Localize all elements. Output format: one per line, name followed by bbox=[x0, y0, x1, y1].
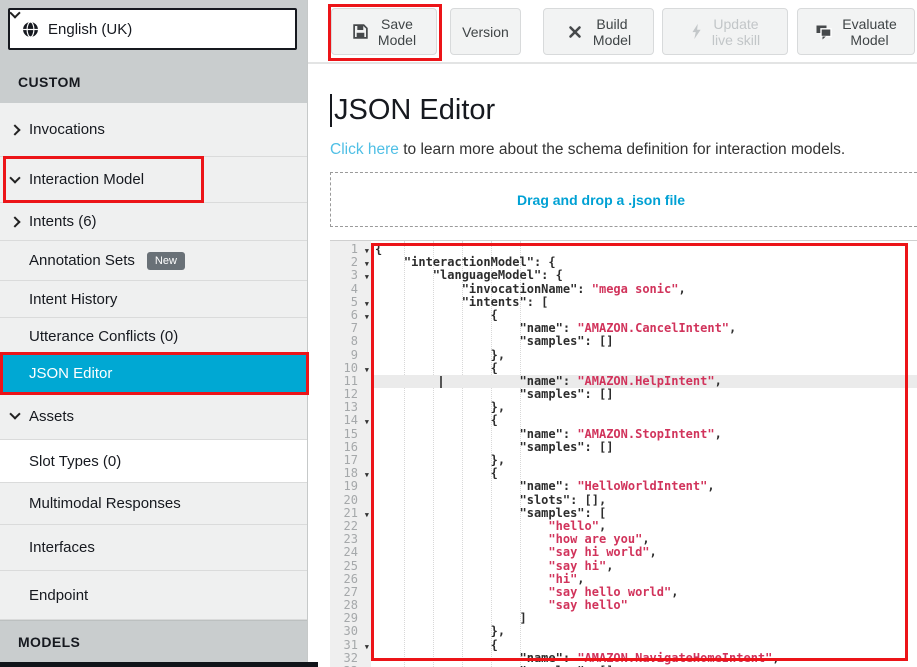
sidebar-item-label: Invocations bbox=[29, 121, 105, 138]
sidebar: English (UK) CUSTOM Invocations Interacti… bbox=[0, 0, 308, 667]
sidebar-item-label: Interaction Model bbox=[29, 171, 144, 188]
json-code-editor[interactable]: 1▼2▼3▼45▼6▼78910▼11121314▼15161718▼19202… bbox=[330, 240, 917, 667]
line-number: 15 bbox=[330, 428, 371, 441]
sidebar-item-label: JSON Editor bbox=[29, 365, 112, 382]
button-label: Evaluate Model bbox=[842, 16, 896, 48]
button-label: Build Model bbox=[593, 16, 631, 48]
chevron-down-icon bbox=[273, 24, 283, 34]
models-section-header: MODELS bbox=[0, 620, 307, 662]
sidebar-item-utterance-conflicts[interactable]: Utterance Conflicts (0) bbox=[0, 318, 307, 355]
line-number: 20 bbox=[330, 494, 371, 507]
sidebar-item-label: Utterance Conflicts (0) bbox=[29, 328, 178, 345]
build-model-button[interactable]: Build Model bbox=[543, 8, 654, 55]
code-line[interactable]: "intents": [ bbox=[371, 296, 917, 309]
sidebar-item-assets[interactable]: Assets bbox=[0, 393, 307, 440]
version-button[interactable]: Version bbox=[450, 8, 521, 55]
sidebar-item-json-editor[interactable]: JSON Editor bbox=[0, 355, 307, 393]
globe-icon bbox=[22, 21, 39, 38]
editor-text-cursor bbox=[440, 376, 442, 388]
bolt-icon bbox=[690, 23, 703, 40]
sidebar-item-label: Intents (6) bbox=[29, 213, 97, 230]
line-number: 9 bbox=[330, 349, 371, 362]
sidebar-header: English (UK) CUSTOM bbox=[0, 0, 307, 103]
sidebar-item-label: Endpoint bbox=[29, 587, 88, 604]
sidebar-item-interfaces[interactable]: Interfaces bbox=[0, 525, 307, 571]
toolbar-divider bbox=[308, 62, 917, 64]
dropzone-label: Drag and drop a .json file bbox=[517, 192, 685, 208]
sidebar-item-endpoint[interactable]: Endpoint bbox=[0, 571, 307, 620]
line-number: 8 bbox=[330, 335, 371, 348]
sidebar-nav: Invocations Interaction Model Intents (6) A… bbox=[0, 103, 307, 620]
sidebar-item-invocations[interactable]: Invocations bbox=[0, 103, 307, 157]
text-cursor bbox=[330, 94, 332, 127]
sidebar-item-label: Slot Types (0) bbox=[29, 453, 121, 470]
line-number: 10▼ bbox=[330, 362, 371, 375]
sidebar-item-slot-types[interactable]: Slot Types (0) bbox=[0, 440, 307, 483]
chevron-right-icon bbox=[10, 125, 20, 135]
chevron-down-icon bbox=[10, 175, 20, 185]
editor-gutter: 1▼2▼3▼45▼6▼78910▼11121314▼15161718▼19202… bbox=[330, 241, 371, 667]
line-number: 4 bbox=[330, 283, 371, 296]
sidebar-item-multimodal-responses[interactable]: Multimodal Responses bbox=[0, 483, 307, 525]
sidebar-item-label: Multimodal Responses bbox=[29, 495, 181, 512]
line-number: 3▼ bbox=[330, 269, 371, 282]
update-live-skill-button: Update live skill bbox=[662, 8, 788, 55]
code-line[interactable]: "name": "AMAZON.StopIntent", bbox=[371, 428, 917, 441]
chevron-down-icon bbox=[10, 411, 20, 421]
sidebar-item-label: Intent History bbox=[29, 291, 117, 308]
line-number: 14▼ bbox=[330, 414, 371, 427]
code-line[interactable]: "samples": [ bbox=[371, 507, 917, 520]
schema-help-text: Click here to learn more about the schem… bbox=[330, 141, 845, 159]
page-title: JSON Editor bbox=[330, 94, 495, 127]
code-line[interactable]: "slots": [], bbox=[371, 494, 917, 507]
evaluate-model-button[interactable]: Evaluate Model bbox=[797, 8, 915, 55]
save-icon bbox=[352, 23, 369, 40]
sidebar-item-label: Annotation Sets bbox=[29, 252, 135, 269]
code-line[interactable]: }, bbox=[371, 625, 917, 638]
code-line[interactable]: "samples": [] bbox=[371, 335, 917, 348]
code-line[interactable]: "say hi", bbox=[371, 560, 917, 573]
code-line[interactable]: "invocationName": "mega sonic", bbox=[371, 283, 917, 296]
line-number: 30 bbox=[330, 625, 371, 638]
sidebar-item-label: Interfaces bbox=[29, 539, 95, 556]
code-line[interactable]: }, bbox=[371, 349, 917, 362]
sidebar-item-annotation-sets[interactable]: Annotation Sets New bbox=[0, 241, 307, 281]
editor-code-area[interactable]: { "interactionModel": { "languageModel":… bbox=[371, 241, 917, 667]
new-badge: New bbox=[147, 252, 185, 270]
line-number: 31▼ bbox=[330, 639, 371, 652]
line-number: 21▼ bbox=[330, 507, 371, 520]
line-number: 25 bbox=[330, 560, 371, 573]
sidebar-item-intents[interactable]: Intents (6) bbox=[0, 203, 307, 241]
chevron-right-icon bbox=[10, 217, 20, 227]
code-line[interactable]: "say hi world", bbox=[371, 546, 917, 559]
button-label: Save Model bbox=[378, 16, 416, 48]
sidebar-bottom-bar bbox=[0, 662, 318, 667]
sidebar-item-interaction-model[interactable]: Interaction Model bbox=[0, 157, 307, 203]
sidebar-item-intent-history[interactable]: Intent History bbox=[0, 281, 307, 318]
code-line[interactable]: "name": "HelloWorldIntent", bbox=[371, 480, 917, 493]
save-model-button[interactable]: Save Model bbox=[331, 8, 437, 55]
click-here-link[interactable]: Click here bbox=[330, 141, 399, 158]
line-number: 26 bbox=[330, 573, 371, 586]
chat-icon bbox=[815, 24, 833, 40]
button-label: Update live skill bbox=[712, 16, 760, 48]
custom-section-header: CUSTOM bbox=[18, 74, 81, 90]
button-label: Version bbox=[462, 24, 509, 40]
line-number: 5▼ bbox=[330, 296, 371, 309]
build-icon bbox=[566, 23, 584, 41]
language-selector-label: English (UK) bbox=[48, 21, 264, 38]
line-number: 19 bbox=[330, 480, 371, 493]
json-file-dropzone[interactable]: Drag and drop a .json file bbox=[330, 172, 917, 227]
language-selector[interactable]: English (UK) bbox=[8, 8, 297, 50]
sidebar-item-label: Assets bbox=[29, 408, 74, 425]
line-number: 24 bbox=[330, 546, 371, 559]
